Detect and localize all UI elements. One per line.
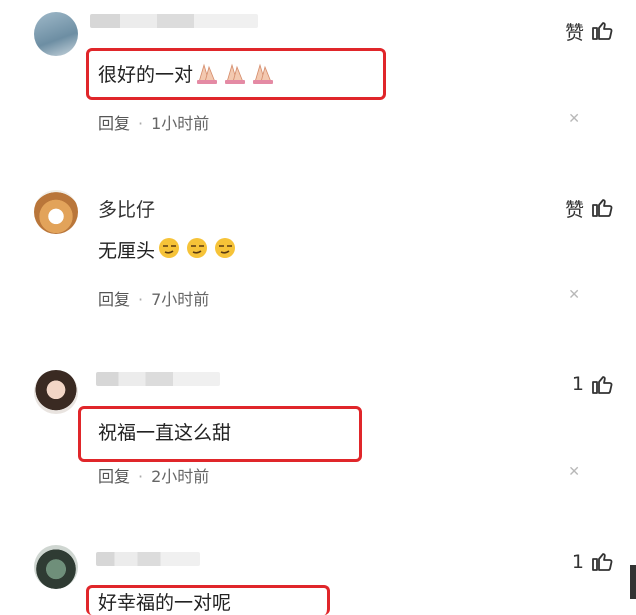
like-label: 赞 (564, 199, 584, 221)
separator-dot: · (138, 114, 144, 133)
thumbs-up-icon[interactable] (590, 549, 614, 573)
comment-meta: 回复 · 1小时前 (98, 110, 209, 134)
comment-text: 好幸福的一对呢 (98, 592, 232, 614)
praying-hands-icon (195, 62, 279, 89)
timestamp: 2小时前 (151, 467, 210, 486)
comment-meta: 回复 · 7小时前 (98, 286, 209, 310)
comment-content: 很好的一对 (98, 60, 279, 89)
separator-dot: · (138, 290, 144, 309)
close-icon[interactable]: ✕ (568, 111, 580, 127)
username-blurred (96, 552, 200, 566)
reply-button[interactable]: 回复 (98, 290, 130, 309)
comment-content: 祝福一直这么甜 (98, 418, 231, 445)
thumbs-up-icon[interactable] (590, 195, 614, 219)
username-blurred (96, 372, 220, 386)
avatar[interactable] (34, 545, 78, 589)
comment-content: 好幸福的一对呢 (98, 588, 231, 615)
comment-text: 很好的一对 (98, 64, 194, 86)
thumbs-up-icon[interactable] (590, 372, 614, 396)
avatar[interactable] (34, 190, 78, 234)
avatar[interactable] (34, 12, 78, 56)
like-count: 1 (571, 551, 584, 573)
like-label: 赞 (564, 22, 584, 44)
timestamp: 1小时前 (151, 114, 210, 133)
smirk-face-icon (157, 236, 241, 265)
thumbs-up-icon[interactable] (590, 18, 614, 42)
timestamp: 7小时前 (151, 290, 210, 309)
reply-button[interactable]: 回复 (98, 467, 130, 486)
username-blurred (90, 14, 258, 28)
scrollbar[interactable] (630, 565, 636, 599)
close-icon[interactable]: ✕ (568, 287, 580, 303)
comment-content: 无厘头 (98, 236, 241, 265)
separator-dot: · (138, 467, 144, 486)
comment-meta: 回复 · 2小时前 (98, 463, 209, 487)
reply-button[interactable]: 回复 (98, 114, 130, 133)
avatar[interactable] (34, 370, 78, 414)
comment-text: 无厘头 (98, 240, 156, 262)
comment-text: 祝福一直这么甜 (98, 422, 232, 444)
username[interactable]: 多比仔 (98, 195, 155, 222)
close-icon[interactable]: ✕ (568, 464, 580, 480)
like-count: 1 (571, 373, 584, 395)
